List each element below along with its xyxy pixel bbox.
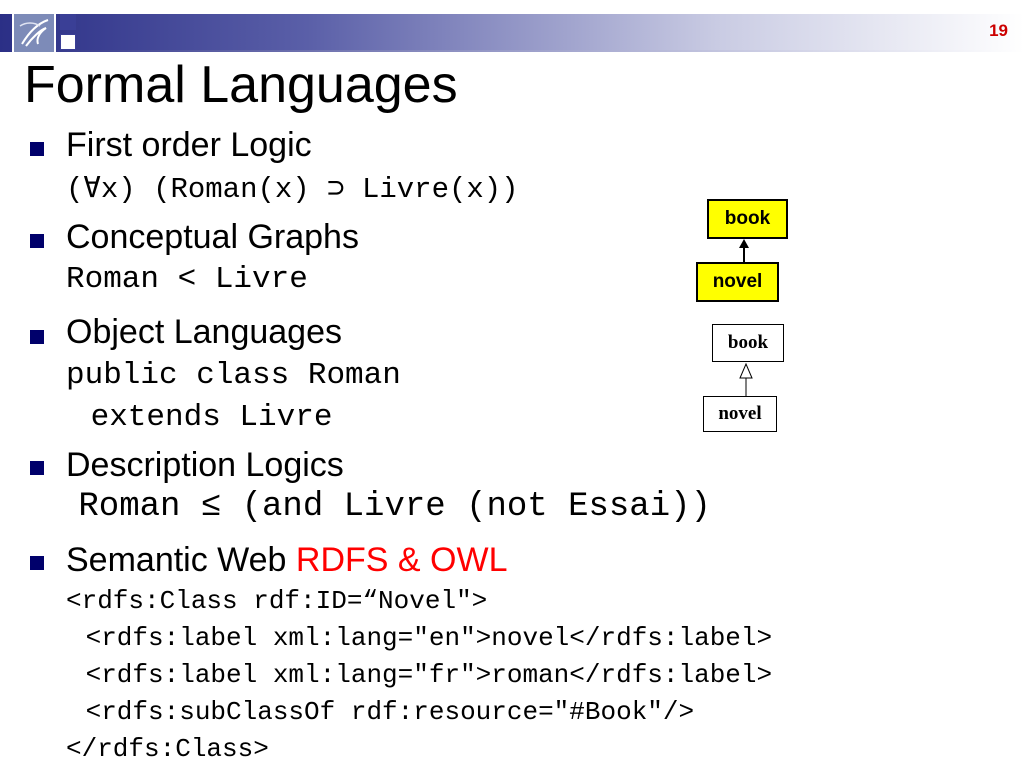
cg-arrow-icon <box>739 239 749 262</box>
code-rdfs-line-3: <rdfs:label xml:lang="fr">roman</rdfs:la… <box>70 660 773 690</box>
item-label-description-logics: Description Logics <box>66 446 344 484</box>
bullet-icon <box>30 142 44 156</box>
item-label-rdfs-owl: RDFS & OWL <box>295 541 508 579</box>
slide-title: Formal Languages <box>24 56 458 114</box>
code-object-languages-line-1: public class Roman <box>66 358 401 393</box>
decor-square-filled <box>60 14 76 30</box>
cg-box-book: book <box>707 199 788 239</box>
cg-box-novel: novel <box>696 262 779 302</box>
logo-icon <box>12 12 56 54</box>
bullet-icon <box>30 556 44 570</box>
uml-inheritance-arrow-icon <box>739 362 753 396</box>
code-conceptual-graphs: Roman < Livre <box>66 262 308 297</box>
item-label-first-order-logic: First order Logic <box>66 126 312 164</box>
bullet-icon <box>30 330 44 344</box>
code-object-languages-line-2: extends Livre <box>72 400 333 435</box>
uml-box-book: book <box>712 324 784 362</box>
code-rdfs-line-5: </rdfs:Class> <box>66 734 269 764</box>
slide-number: 19 <box>989 21 1008 40</box>
code-rdfs-line-4: <rdfs:subClassOf rdf:resource="#Book"/> <box>70 697 695 727</box>
item-label-semantic-web-text: Semantic Web <box>66 541 296 579</box>
item-label-conceptual-graphs: Conceptual Graphs <box>66 218 359 256</box>
code-description-logics: Roman ≤ (and Livre (not Essai)) <box>58 488 711 526</box>
title-bar-gradient <box>0 14 1024 50</box>
decor-square-outline <box>60 34 76 50</box>
item-label-object-languages: Object Languages <box>66 313 342 351</box>
uml-box-novel: novel <box>703 396 777 432</box>
bullet-icon <box>30 461 44 475</box>
bullet-icon <box>30 234 44 248</box>
code-rdfs-line-1: <rdfs:Class rdf:ID=“Novel"> <box>66 586 488 616</box>
item-label-semantic-web: Semantic Web RDFS & OWL <box>66 541 508 580</box>
code-first-order-logic: (∀x) (Roman(x) ⊃ Livre(x)) <box>66 173 519 206</box>
code-rdfs-line-2: <rdfs:label xml:lang="en">novel</rdfs:la… <box>70 623 773 653</box>
